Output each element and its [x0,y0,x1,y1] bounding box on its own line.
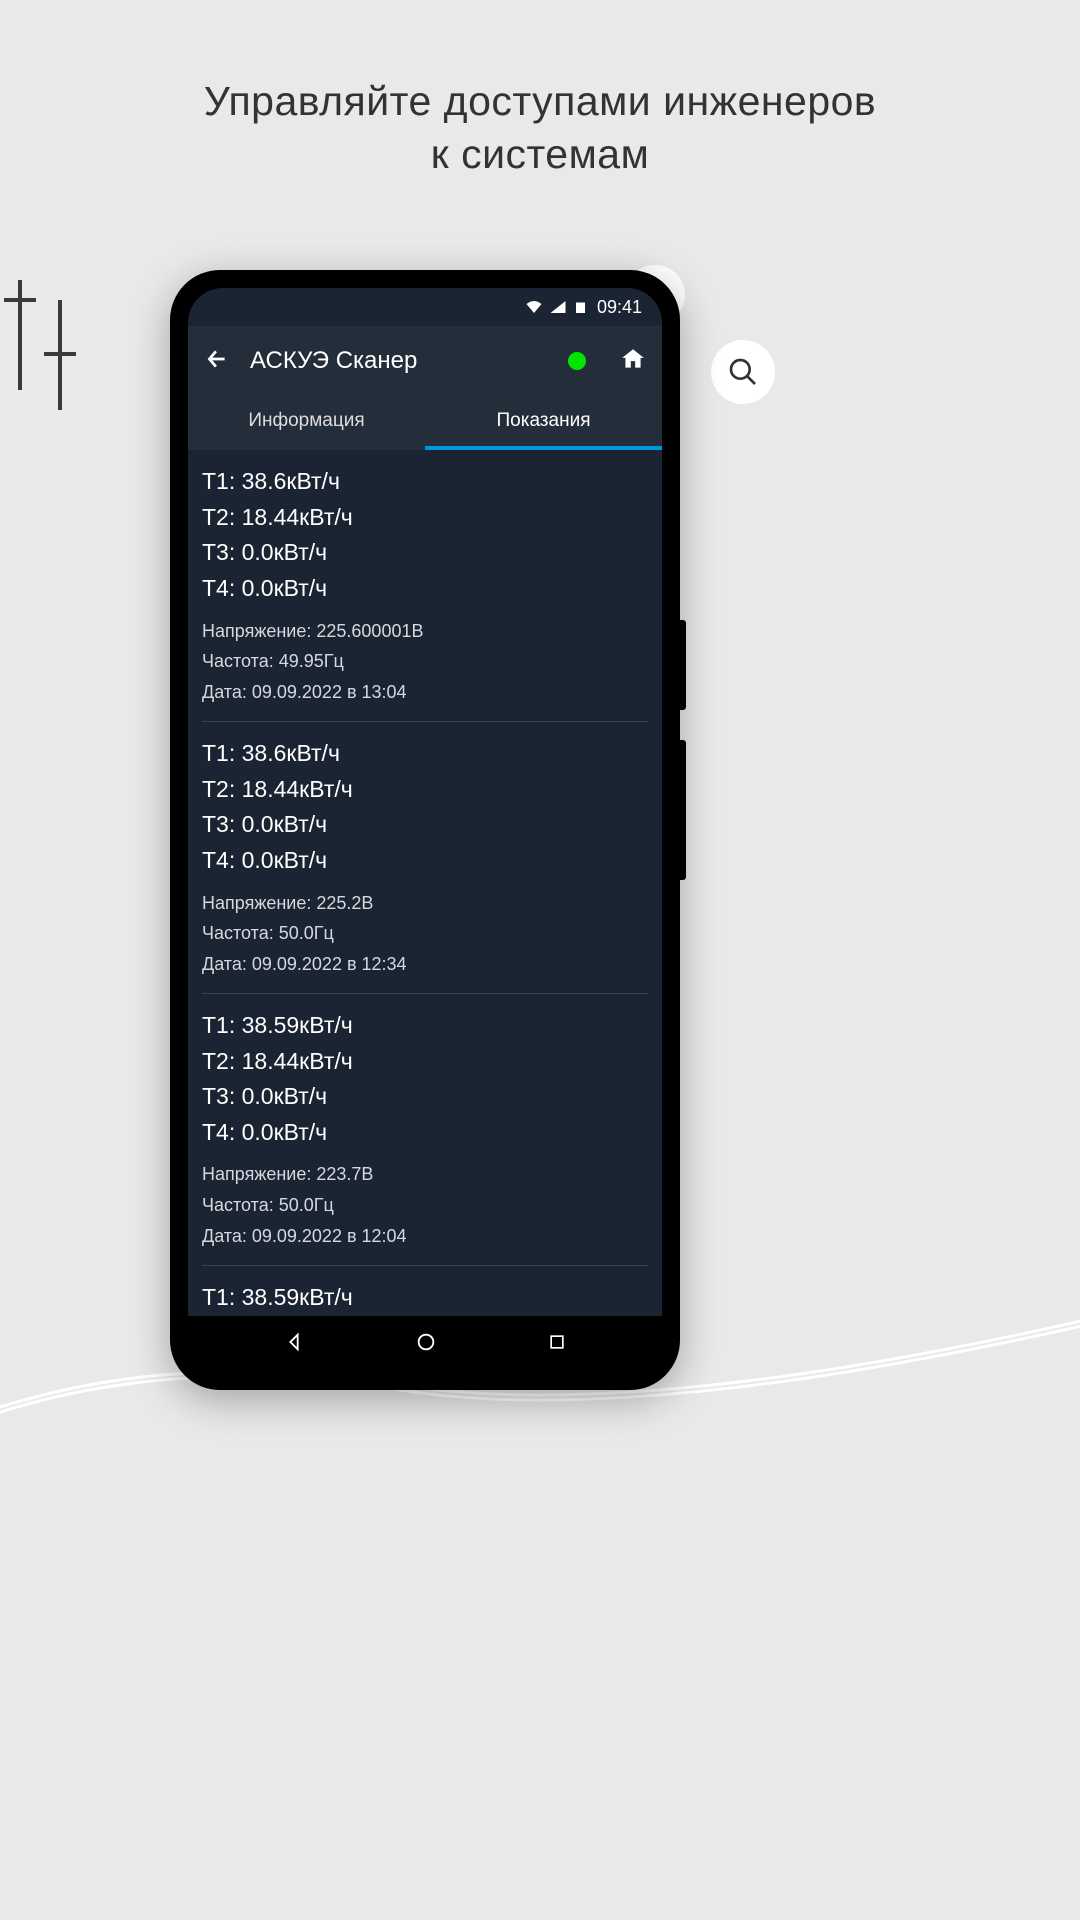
appbar: АСКУЭ Сканер [188,326,662,396]
caption-line-1: Управляйте доступами инженеров [0,75,1080,128]
tariff-line: T3: 0.0кВт/ч [202,535,648,571]
frequency-line: Частота: 50.0Гц [202,919,648,948]
battery-icon [573,298,591,316]
reading-block: T1: 38.6кВт/чT2: 18.44кВт/чT3: 0.0кВт/чT… [202,450,648,722]
nav-back-button[interactable] [283,1331,305,1358]
date-line: Дата: 09.09.2022 в 12:34 [202,950,648,979]
tariff-line: T2: 18.44кВт/ч [202,500,648,536]
date-line: Дата: 09.09.2022 в 12:04 [202,1222,648,1251]
frequency-line: Частота: 50.0Гц [202,1191,648,1220]
tariff-line: T1: 38.6кВт/ч [202,736,648,772]
reading-block: T1: 38.59кВт/ч [202,1266,648,1316]
tariff-line: T3: 0.0кВт/ч [202,807,648,843]
reading-block: T1: 38.59кВт/чT2: 18.44кВт/чT3: 0.0кВт/ч… [202,994,648,1266]
nav-recent-button[interactable] [547,1332,567,1357]
readings-list[interactable]: T1: 38.6кВт/чT2: 18.44кВт/чT3: 0.0кВт/чT… [188,450,662,1316]
arrow-left-icon [204,346,230,372]
caption-line-2: к системам [0,128,1080,181]
voltage-line: Напряжение: 225.600001В [202,617,648,646]
tab-readings[interactable]: Показания [425,396,662,450]
marketing-caption: Управляйте доступами инженеров к система… [0,75,1080,182]
tariff-line: T1: 38.59кВт/ч [202,1008,648,1044]
tabs: Информация Показания [188,396,662,450]
tariff-line: T1: 38.6кВт/ч [202,464,648,500]
appbar-title: АСКУЭ Сканер [250,347,548,375]
voltage-line: Напряжение: 223.7В [202,1160,648,1189]
home-button[interactable] [620,346,646,377]
signal-icon [549,298,567,316]
tariff-line: T2: 18.44кВт/ч [202,772,648,808]
reading-block: T1: 38.6кВт/чT2: 18.44кВт/чT3: 0.0кВт/чT… [202,722,648,994]
wifi-icon [525,298,543,316]
android-navbar [188,1316,662,1372]
status-dot [568,352,586,370]
tariff-line: T4: 0.0кВт/ч [202,571,648,607]
home-icon [620,346,646,372]
nav-home-button[interactable] [415,1331,437,1358]
tariff-line: T2: 18.44кВт/ч [202,1044,648,1080]
tariff-line: T4: 0.0кВт/ч [202,843,648,879]
tab-info[interactable]: Информация [188,396,425,450]
tariff-line: T4: 0.0кВт/ч [202,1115,648,1151]
phone-frame: 09:41 АСКУЭ Сканер Информация Показания … [170,270,680,1390]
tariff-line: T1: 38.59кВт/ч [202,1280,648,1316]
search-decor-icon [711,340,775,404]
phone-screen: 09:41 АСКУЭ Сканер Информация Показания … [188,288,662,1372]
sliders-decor-icon [0,280,90,400]
back-button[interactable] [204,346,230,377]
statusbar-time: 09:41 [597,297,642,318]
date-line: Дата: 09.09.2022 в 13:04 [202,678,648,707]
voltage-line: Напряжение: 225.2В [202,889,648,918]
statusbar: 09:41 [188,288,662,326]
tariff-line: T3: 0.0кВт/ч [202,1079,648,1115]
frequency-line: Частота: 49.95Гц [202,647,648,676]
